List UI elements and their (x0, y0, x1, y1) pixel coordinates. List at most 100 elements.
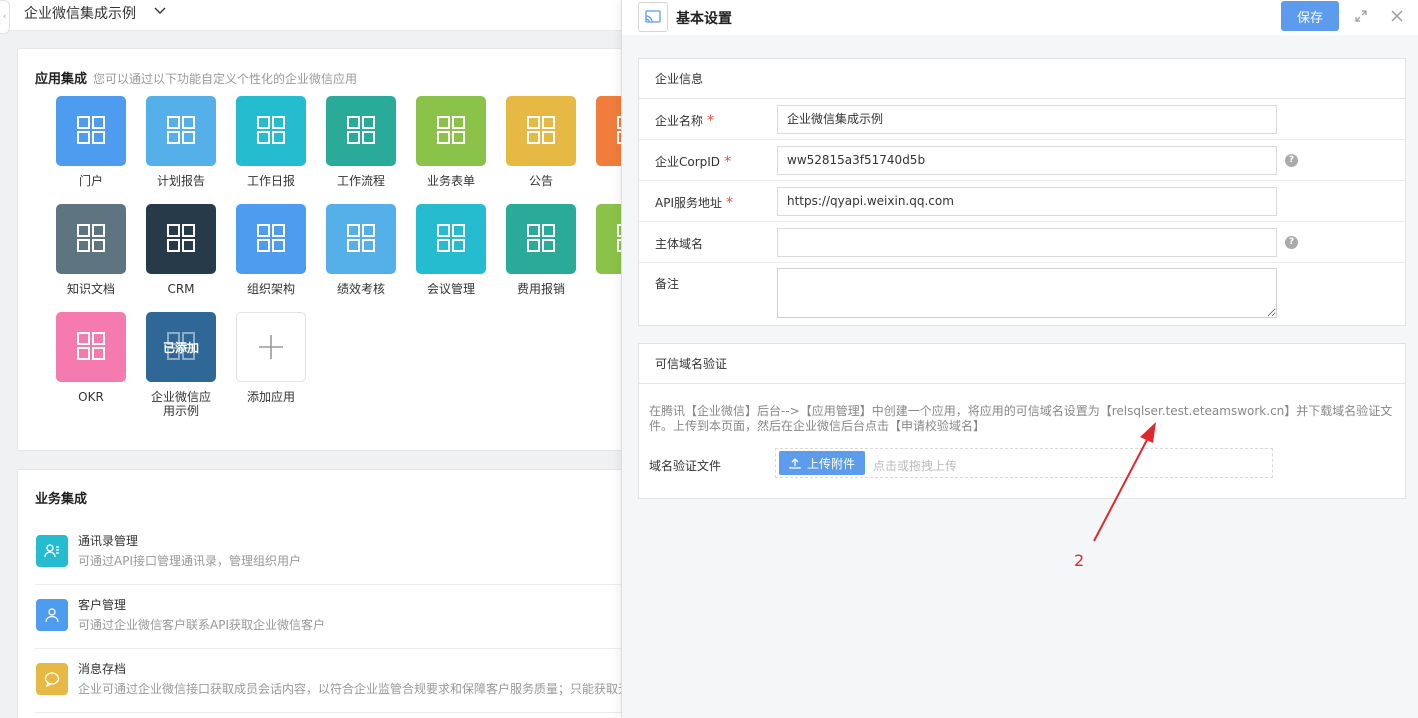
app-tile[interactable] (506, 204, 576, 274)
app-item[interactable]: 门户 (46, 96, 136, 188)
help-icon[interactable]: ? (1285, 154, 1298, 167)
upload-icon (789, 458, 801, 469)
corpid-label: 企业CorpID * (655, 154, 732, 170)
app-label: 费用报销 (516, 282, 565, 296)
biz-item-name: 通讯录管理 (78, 534, 139, 548)
app-tile[interactable] (56, 204, 126, 274)
domain-instructions: 在腾讯【企业微信】后台-->【应用管理】中创建一个应用，将应用的可信域名设置为【… (649, 404, 1393, 433)
app-tile[interactable] (56, 96, 126, 166)
required-mark: * (707, 113, 715, 129)
api-url-input[interactable]: https://qyapi.weixin.qq.com (777, 187, 1277, 216)
contacts-icon (36, 535, 68, 567)
add-app-tile[interactable] (236, 312, 306, 382)
apps-card: 应用集成 您可以通过以下功能自定义个性化的企业微信应用 门户 计划报告 工作日报 工作流… (17, 48, 621, 451)
app-item[interactable]: OKR (46, 312, 136, 404)
grid-icon (526, 223, 556, 256)
biz-item[interactable]: 客户管理 可通过企业微信客户联系API获取企业微信客户 (35, 585, 621, 649)
biz-item-desc: 可通过企业微信客户联系API获取企业微信客户 (78, 618, 325, 632)
row-remark: 备注 (639, 263, 1405, 325)
app-item[interactable]: 绩效考核 (316, 204, 406, 296)
app-label: 业务表单 (426, 174, 475, 188)
app-label: CRM (167, 282, 195, 296)
row-corpid: 企业CorpID * ww52815a3f51740d5b ? (639, 140, 1405, 181)
biz-card: 业务集成 通讯录管理 可通过API接口管理通讯录，管理组织用户 客户管理 可通过企业微… (17, 469, 621, 718)
expand-icon[interactable] (1354, 9, 1368, 23)
grid-icon (76, 115, 106, 148)
app-label: 组织架构 (246, 282, 295, 296)
app-label: 移 (586, 174, 621, 188)
annotation-number: 2 (1074, 551, 1085, 570)
main-domain-label: 主体域名 (655, 237, 704, 251)
help-icon[interactable]: ? (1285, 236, 1298, 249)
required-mark: * (726, 195, 733, 211)
user-icon (36, 599, 68, 631)
app-item[interactable]: CRM (136, 204, 226, 296)
company-info-panel: 企业信息 企业名称 * 企业微信集成示例 企业CorpID * ww52815a3f… (638, 58, 1406, 326)
app-item[interactable]: 费用报销 (496, 204, 586, 296)
app-label: 绩效考核 (336, 282, 385, 296)
main-domain-input[interactable] (777, 228, 1277, 257)
app-tile[interactable] (326, 96, 396, 166)
company-name-input[interactable]: 企业微信集成示例 (777, 105, 1277, 134)
grid-icon (436, 223, 466, 256)
apps-section-title: 应用集成 您可以通过以下功能自定义个性化的企业微信应用 (35, 72, 358, 87)
app-item[interactable]: 工作日报 (226, 96, 316, 188)
grid-icon (436, 115, 466, 148)
app-tile[interactable] (236, 96, 306, 166)
biz-section-title: 业务集成 (35, 492, 88, 507)
app-item[interactable]: 移 (586, 96, 621, 188)
app-tile[interactable] (596, 96, 621, 166)
app-label: 知识文档 (66, 282, 115, 296)
app-item[interactable]: 公告 (496, 96, 586, 188)
app-tile[interactable] (416, 204, 486, 274)
add-app-button[interactable]: 添加应用 (226, 312, 316, 404)
app-item[interactable]: 组织架构 (226, 204, 316, 296)
collapse-handle[interactable]: ‹ (0, 0, 10, 34)
app-item[interactable]: 知识文档 (46, 204, 136, 296)
company-name-label: 企业名称 * (655, 113, 715, 129)
app-tile[interactable] (326, 204, 396, 274)
chevron-down-icon[interactable] (153, 3, 167, 17)
api-url-label: API服务地址 * (655, 195, 733, 211)
app-item[interactable]: 业务表单 (406, 96, 496, 188)
drawer-title: 基本设置 (676, 11, 732, 27)
app-tile[interactable]: 已添加 (146, 312, 216, 382)
grid-icon (256, 115, 286, 148)
company-info-heading: 企业信息 (639, 59, 1405, 99)
app-tile[interactable] (146, 96, 216, 166)
biz-item[interactable]: 通讯录管理 可通过API接口管理通讯录，管理组织用户 (35, 521, 621, 585)
upload-dropzone[interactable]: 上传附件 点击或拖拽上传 (775, 448, 1273, 478)
close-icon[interactable] (1390, 9, 1404, 23)
app-tile[interactable] (56, 312, 126, 382)
apps-section-subtitle: 您可以通过以下功能自定义个性化的企业微信应用 (93, 72, 358, 86)
plus-icon (259, 335, 283, 359)
app-label: 公告 (528, 174, 553, 188)
required-mark: * (724, 154, 732, 170)
biz-item-desc: 企业可通过企业微信接口获取成员会话内容，以符合企业监管合规要求和保障客户服务质量… (78, 682, 621, 696)
upload-button[interactable]: 上传附件 (779, 451, 865, 475)
app-item[interactable]: 协 (586, 204, 621, 296)
app-tile[interactable] (236, 204, 306, 274)
added-badge: 已添加 (162, 341, 199, 355)
app-tile[interactable] (416, 96, 486, 166)
app-item[interactable]: 会议管理 (406, 204, 496, 296)
app-switcher[interactable]: 企业微信集成示例 (24, 3, 136, 23)
corpid-input[interactable]: ww52815a3f51740d5b (777, 146, 1277, 175)
trusted-domain-heading: 可信域名验证 (639, 344, 1405, 384)
app-tile[interactable] (506, 96, 576, 166)
domain-file-label: 域名验证文件 (649, 459, 722, 473)
app-item[interactable]: 工作流程 (316, 96, 406, 188)
remark-label: 备注 (655, 277, 680, 291)
app-tile[interactable] (596, 204, 621, 274)
row-company-name: 企业名称 * 企业微信集成示例 (639, 99, 1405, 140)
cast-icon (638, 2, 668, 32)
app-item[interactable]: 已添加 企业微信应用示例 (136, 312, 226, 418)
biz-item-name: 消息存档 (78, 662, 127, 676)
grid-icon (346, 115, 376, 148)
remark-textarea[interactable] (777, 268, 1277, 318)
app-tile[interactable] (146, 204, 216, 274)
save-button[interactable]: 保存 (1281, 1, 1339, 31)
app-item[interactable]: 计划报告 (136, 96, 226, 188)
app-label: 工作流程 (336, 174, 385, 188)
biz-item[interactable]: 消息存档企业可通过企业微信接口获取成员会话内容，以符合企业监管合规要求和保障客户… (35, 649, 621, 713)
